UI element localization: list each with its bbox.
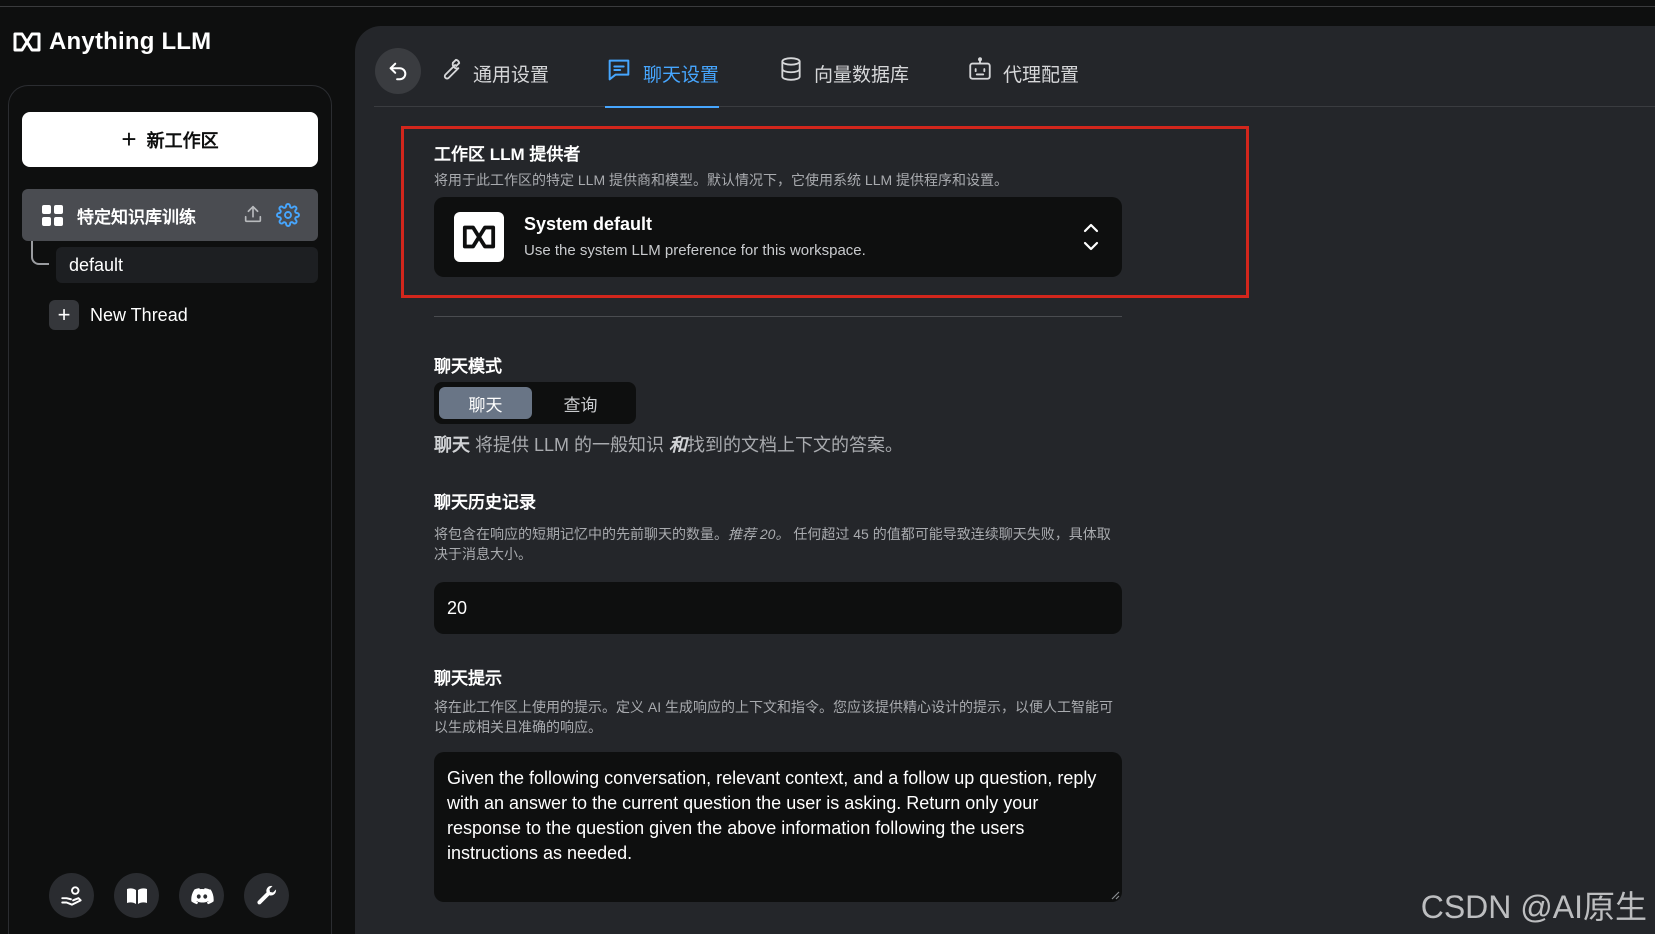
chat-mode-title: 聊天模式 [434,357,502,376]
llm-provider-select[interactable]: System default Use the system LLM prefer… [434,197,1122,277]
workspace-grid-icon [42,204,63,226]
chat-history-title: 聊天历史记录 [434,493,536,512]
llm-provider-name: System default [524,214,653,234]
anything-llm-logo-icon [13,32,41,52]
chat-icon [605,56,633,84]
anything-llm-logo-icon [454,212,504,262]
plus-icon: + [121,123,137,154]
new-thread-button[interactable]: + New Thread [49,300,188,330]
tab-agent-config[interactable]: 代理配置 [967,56,1079,108]
chat-mode-option-query[interactable]: 查询 [532,387,629,419]
chat-mode-description: 聊天 将提供 LLM 的一般知识 和找到的文档上下文的答案。 [434,435,904,455]
chat-mode-toggle: 聊天 查询 [434,382,636,424]
workspace-item[interactable]: 特定知识库训练 [22,189,318,241]
chat-history-input[interactable] [434,582,1122,634]
workspace-name: 特定知识库训练 [77,207,196,227]
thread-item-default[interactable]: default [56,247,318,283]
chevron-up-down-icon [1082,221,1100,258]
sidebar-footer [49,873,289,918]
tab-general-settings[interactable]: 通用设置 [437,56,549,108]
new-thread-label: New Thread [90,304,188,325]
top-divider [0,6,1655,7]
watermark: CSDN @AI原生 [1420,889,1647,925]
community-hub-icon[interactable] [49,873,94,918]
tab-label: 向量数据库 [814,65,910,86]
workspace-settings-gear-icon[interactable] [276,203,300,232]
tab-label: 聊天设置 [643,65,720,86]
plus-icon: + [49,300,79,330]
tab-vector-database[interactable]: 向量数据库 [778,56,909,108]
upload-icon[interactable] [242,203,264,232]
robot-icon [967,56,993,82]
chat-history-description: 将包含在响应的短期记忆中的先前聊天的数量。推荐 20。 任何超过 45 的值都可… [434,526,1111,562]
tab-chat-settings[interactable]: 聊天设置 [605,56,720,108]
chat-mode-option-chat[interactable]: 聊天 [439,387,532,419]
database-icon [778,56,804,82]
llm-provider-title: 工作区 LLM 提供者 [434,145,581,164]
discord-icon[interactable] [179,873,224,918]
thread-connector-line [31,241,49,265]
docs-book-icon[interactable] [114,873,159,918]
undo-arrow-icon [389,62,407,81]
brand-logo: Anything LLM [12,28,211,56]
section-divider [434,316,1122,317]
new-workspace-button[interactable]: + 新工作区 [22,112,318,167]
llm-provider-description: 将用于此工作区的特定 LLM 提供商和模型。默认情况下，它使用系统 LLM 提供… [434,172,1009,188]
chat-prompt-textarea[interactable]: Given the following conversation, releva… [434,752,1122,902]
resize-grip-icon[interactable] [1110,890,1120,900]
tab-label: 代理配置 [1003,65,1080,86]
wrench-settings-icon[interactable] [244,873,289,918]
llm-provider-subtext: Use the system LLM preference for this w… [524,242,866,259]
back-button[interactable] [375,48,421,94]
chat-prompt-description: 将在此工作区上使用的提示。定义 AI 生成响应的上下文和指令。您应该提供精心设计… [434,699,1114,735]
chat-prompt-title: 聊天提示 [434,669,502,688]
new-workspace-label: 新工作区 [146,130,219,151]
wrench-icon [437,56,463,82]
tab-label: 通用设置 [473,65,550,86]
chat-prompt-text: Given the following conversation, releva… [447,768,1097,863]
brand-name: Anything LLM [49,28,212,55]
